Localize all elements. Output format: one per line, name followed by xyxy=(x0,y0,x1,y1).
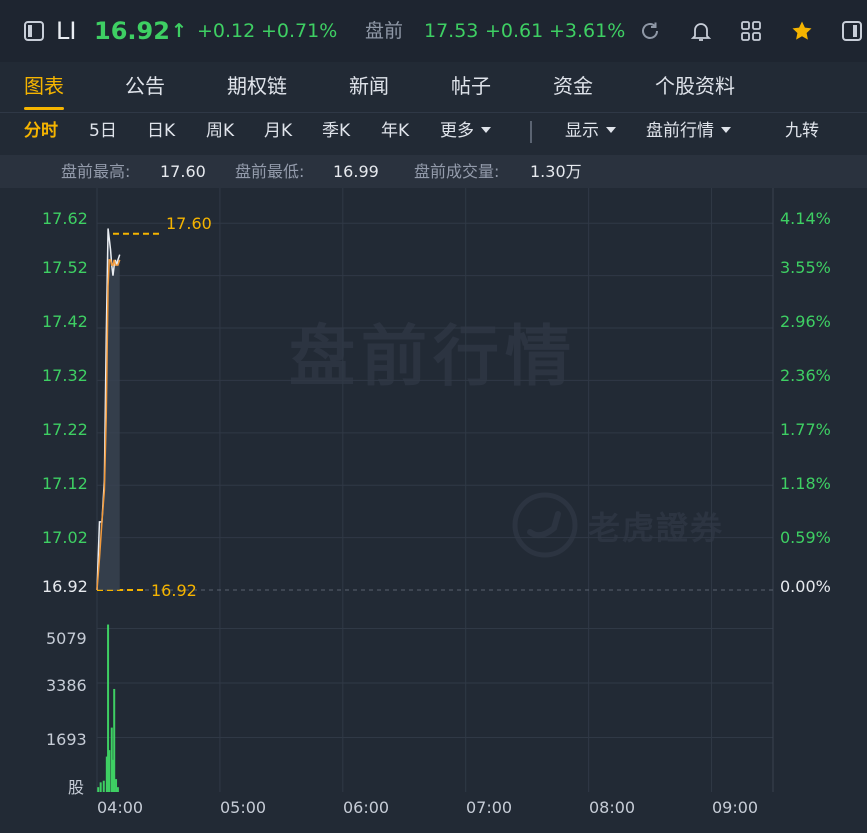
time-tick: 04:00 xyxy=(97,798,144,817)
pct-tick: 2.36% xyxy=(780,366,831,385)
price-tick: 17.42 xyxy=(42,312,88,331)
pct-tick: 1.77% xyxy=(780,420,831,439)
base-annotation: 16.92 xyxy=(151,581,197,600)
volume-bar xyxy=(113,688,116,792)
volume-tick: 3386 xyxy=(46,676,87,695)
price-tick: 17.62 xyxy=(42,209,88,228)
price-base-tick: 16.92 xyxy=(42,577,88,596)
pct-tick: 2.96% xyxy=(780,312,831,331)
volume-bar xyxy=(97,787,100,792)
time-tick: 05:00 xyxy=(220,798,267,817)
time-tick: 06:00 xyxy=(343,798,390,817)
volume-bar xyxy=(115,779,118,792)
pct-tick: 4.14% xyxy=(780,209,831,228)
time-tick: 08:00 xyxy=(589,798,636,817)
price-tick: 17.52 xyxy=(42,258,88,277)
time-tick: 09:00 xyxy=(712,798,759,817)
pct-tick: 1.18% xyxy=(780,474,831,493)
pct-base-tick: 0.00% xyxy=(780,577,831,596)
volume-unit: 股 xyxy=(68,778,85,797)
high-annotation: 17.60 xyxy=(166,214,212,233)
volume-bar xyxy=(99,782,102,792)
volume-bar xyxy=(116,787,119,792)
price-tick: 17.02 xyxy=(42,528,88,547)
volume-tick: 1693 xyxy=(46,730,87,749)
price-tick: 17.12 xyxy=(42,474,88,493)
pct-tick: 3.55% xyxy=(780,258,831,277)
price-tick: 17.32 xyxy=(42,366,88,385)
intraday-chart[interactable] xyxy=(0,0,867,833)
volume-tick: 5079 xyxy=(46,629,87,648)
time-tick: 07:00 xyxy=(466,798,513,817)
volume-bar xyxy=(102,780,105,792)
pct-tick: 0.59% xyxy=(780,528,831,547)
volume-bar xyxy=(108,750,111,792)
price-tick: 17.22 xyxy=(42,420,88,439)
